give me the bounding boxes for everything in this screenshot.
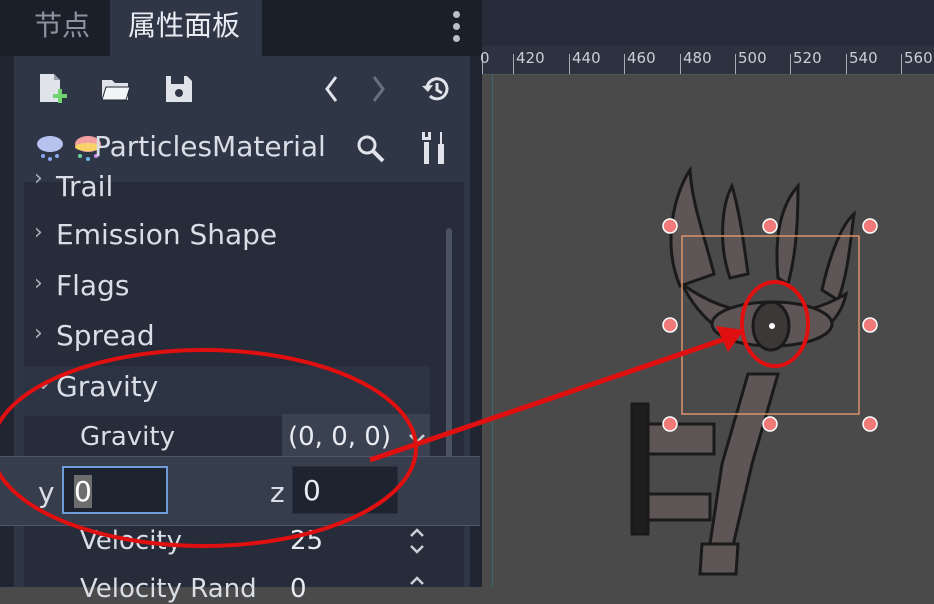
annotation-arrow (369, 335, 729, 463)
annotation-circle (0, 348, 418, 548)
annotation-circle (740, 280, 810, 368)
annotation-overlay (0, 280, 810, 548)
